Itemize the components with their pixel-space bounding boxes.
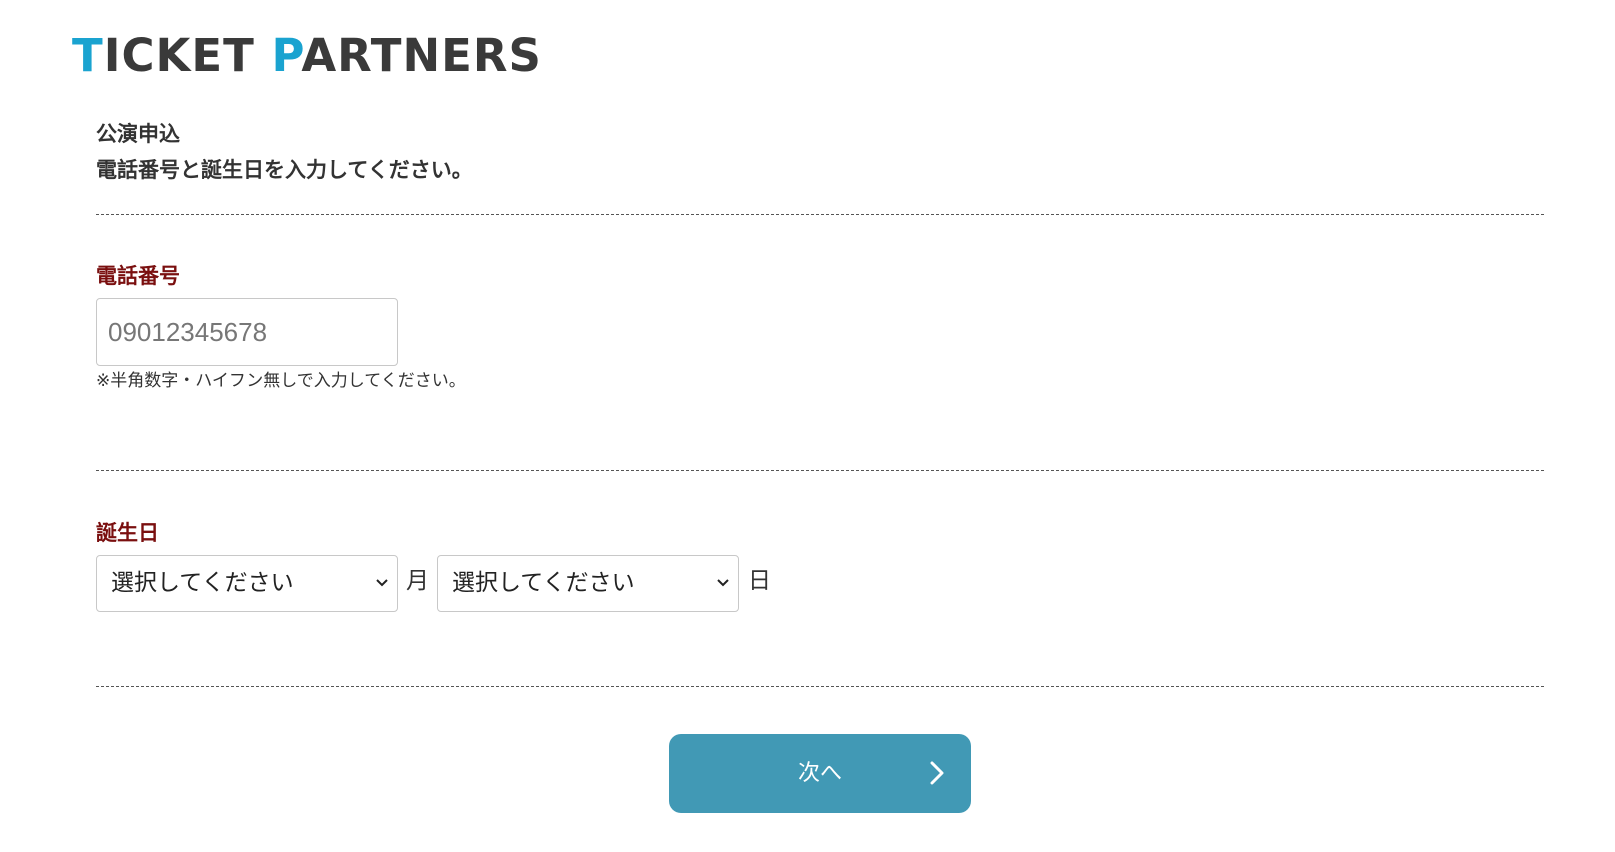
birth-month-select[interactable]: 選択してください	[96, 555, 398, 612]
chevron-right-icon	[930, 761, 944, 785]
page-instruction: 電話番号と誕生日を入力してください。	[96, 158, 473, 182]
birth-day-select-value: 選択してください	[452, 570, 635, 596]
page-heading: 公演申込 電話番号と誕生日を入力してください。	[96, 116, 473, 188]
phone-number-input[interactable]	[96, 298, 398, 366]
next-button[interactable]: 次へ	[669, 734, 971, 813]
divider	[96, 470, 1544, 471]
next-button-label: 次へ	[797, 761, 842, 786]
divider	[96, 214, 1544, 215]
day-unit-label: 日	[748, 568, 771, 594]
phone-label: 電話番号	[96, 264, 180, 288]
month-unit-label: 月	[406, 568, 429, 594]
page-title: 公演申込	[96, 122, 180, 146]
birth-day-select[interactable]: 選択してください	[437, 555, 739, 612]
logo-letter-t: T	[72, 29, 104, 82]
page: TICKET PARTNERS 公演申込 電話番号と誕生日を入力してください。 …	[0, 0, 1615, 852]
logo-letter-p: P	[271, 29, 302, 82]
birthday-label: 誕生日	[96, 521, 159, 545]
birth-month-select-value: 選択してください	[111, 570, 294, 596]
chevron-down-icon	[376, 579, 388, 587]
phone-input-note: ※半角数字・ハイフン無しで入力してください。	[96, 371, 466, 391]
divider	[96, 686, 1544, 687]
logo-word-icket: ICKET	[103, 29, 255, 82]
logo-word-artners: ARTNERS	[301, 29, 542, 82]
chevron-down-icon	[717, 579, 729, 587]
ticket-partners-logo: TICKET PARTNERS	[72, 33, 542, 78]
